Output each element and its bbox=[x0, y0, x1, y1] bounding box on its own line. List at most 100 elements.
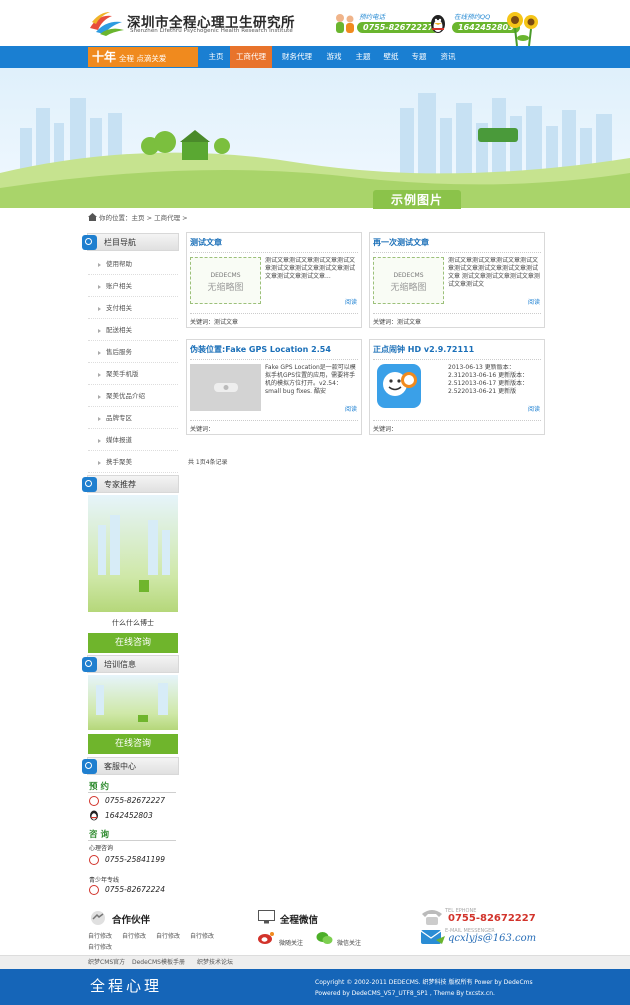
booking-label: 预 约 bbox=[89, 782, 109, 792]
nav-item-business[interactable]: 工商代理 bbox=[230, 46, 272, 68]
copyright-line-2: Powered by DedeCMS_V57_UTF8_SP1 , Theme … bbox=[315, 990, 495, 997]
nav-item-finance[interactable]: 财务代理 bbox=[276, 46, 318, 68]
consult-label: 咨 询 bbox=[89, 830, 109, 840]
bottom-link[interactable]: 织梦CMS官方 bbox=[88, 957, 125, 966]
article-thumbnail[interactable]: DEDECMS 无缩略图 bbox=[190, 257, 261, 304]
partner-link[interactable]: 自行修改 bbox=[190, 931, 214, 940]
article-thumbnail[interactable] bbox=[190, 364, 261, 411]
consult-button-2[interactable]: 在线咨询 bbox=[88, 734, 178, 754]
read-more-link[interactable]: 阅读 bbox=[345, 297, 357, 306]
article-thumbnail[interactable] bbox=[373, 364, 444, 411]
partner-link[interactable]: 自行修改 bbox=[122, 931, 146, 940]
training-image bbox=[96, 683, 168, 722]
weixin-label[interactable]: 微信关注 bbox=[337, 938, 361, 947]
phone-label: 预约电话 bbox=[359, 13, 385, 21]
breadcrumb-current[interactable]: 工商代理 bbox=[154, 214, 180, 222]
banner-landscape-image bbox=[0, 93, 630, 208]
breadcrumb-prefix: 你的位置： bbox=[99, 214, 132, 222]
thumb-text: 无缩略图 bbox=[390, 283, 427, 293]
footer-phone: 0755-82672227 bbox=[448, 913, 536, 924]
weibo-icon[interactable] bbox=[258, 931, 275, 945]
nav-item-special[interactable]: 专题 bbox=[405, 46, 433, 68]
article-keywords: 关键词：测试文章 bbox=[190, 319, 239, 326]
article-card: 测试文章 DEDECMS 无缩略图 测试文章测试文章测试文章测试文章测试文章测试文… bbox=[186, 232, 362, 328]
bottom-link[interactable]: DedeCMS模板手册 bbox=[132, 957, 185, 966]
article-thumbnail[interactable]: DEDECMS 无缩略图 bbox=[373, 257, 444, 304]
sidebar-item[interactable]: 账户相关 bbox=[88, 276, 178, 297]
consult-sub-1: 心理咨询 bbox=[89, 845, 114, 852]
phone-icon bbox=[89, 885, 99, 895]
partner-link[interactable]: 自行修改 bbox=[88, 931, 112, 940]
consult-button[interactable]: 在线咨询 bbox=[88, 633, 178, 653]
article-card: 正点闹钟 HD v2.9.72111 2013-06-13 更新版本：2.312… bbox=[369, 339, 545, 435]
wechat-icon[interactable] bbox=[316, 931, 333, 945]
sidebar-item[interactable]: 品牌专区 bbox=[88, 408, 178, 429]
footer-email[interactable]: qcxlyjs@163.com bbox=[448, 933, 536, 944]
weibo-label[interactable]: 微随关注 bbox=[279, 938, 303, 947]
nav-item-home[interactable]: 主页 bbox=[202, 46, 230, 68]
article-title[interactable]: 再一次测试文章 bbox=[373, 237, 429, 248]
sidebar-item[interactable]: 支付相关 bbox=[88, 298, 178, 319]
wechat-title: 全程微信 bbox=[280, 915, 319, 926]
tag-icon bbox=[82, 657, 97, 672]
read-more-link[interactable]: 阅读 bbox=[345, 404, 357, 413]
article-card: 再一次测试文章 DEDECMS 无缩略图 测试文章测试文章测试文章测试文章测试文章… bbox=[369, 232, 545, 328]
site-subtitle: Shenzhen Lifethru Psychogenic Health Res… bbox=[130, 28, 293, 34]
sunflower-icon bbox=[507, 12, 538, 46]
expert-title: 专家推荐 bbox=[104, 480, 136, 489]
sidebar-item[interactable]: 媒体报道 bbox=[88, 430, 178, 451]
nav-item-wallpaper[interactable]: 壁纸 bbox=[377, 46, 405, 68]
nav-item-games[interactable]: 游戏 bbox=[320, 46, 348, 68]
partner-link[interactable]: 自行修改 bbox=[88, 942, 112, 951]
logo-icon[interactable] bbox=[88, 10, 126, 36]
service-title: 客服中心 bbox=[104, 762, 136, 771]
sidebar-item[interactable]: 配送相关 bbox=[88, 320, 178, 341]
breadcrumb: 你的位置：主页 > 工商代理 > bbox=[88, 211, 188, 225]
article-title[interactable]: 测试文章 bbox=[190, 237, 222, 248]
training-photo[interactable] bbox=[88, 675, 178, 730]
nav-item-themes[interactable]: 主题 bbox=[349, 46, 377, 68]
partner-link[interactable]: 自行修改 bbox=[156, 931, 180, 940]
article-desc: Fake GPS Location是一款可以模拟手机GPS位置的应用，需要将手机… bbox=[265, 364, 356, 395]
article-title[interactable]: 正点闹钟 HD v2.9.72111 bbox=[373, 344, 474, 355]
booking-phone: 0755-82672227 bbox=[105, 796, 165, 805]
article-keywords: 关键词： bbox=[190, 426, 215, 433]
training-head: 培训信息 bbox=[82, 655, 179, 673]
tag-icon bbox=[82, 477, 97, 492]
read-more-link[interactable]: 阅读 bbox=[528, 297, 540, 306]
booking-qq: 1642452803 bbox=[105, 811, 153, 820]
tag-icon bbox=[82, 235, 97, 250]
nav-slogan: 十年 全程 点滴关爱 bbox=[88, 47, 198, 67]
banner-tag: 示例图片 bbox=[373, 190, 461, 210]
divider bbox=[88, 840, 176, 841]
bottom-link[interactable]: 织梦技术论坛 bbox=[197, 957, 233, 966]
read-more-link[interactable]: 阅读 bbox=[528, 404, 540, 413]
monitor-icon bbox=[258, 910, 275, 924]
thumb-text: 无缩略图 bbox=[207, 283, 244, 293]
phone-icon bbox=[89, 855, 99, 865]
sidebar-item[interactable]: 携手聚美 bbox=[88, 452, 178, 473]
breadcrumb-tail: > bbox=[180, 214, 188, 222]
article-desc: 测试文章测试文章测试文章测试文章测试文章测试文章测试文章测试文章测试文章测试文章… bbox=[265, 257, 356, 280]
thumb-text: DEDECMS bbox=[393, 272, 424, 279]
article-keywords: 关键词：测试文章 bbox=[373, 319, 422, 326]
qq-label: 在线预约QQ bbox=[454, 13, 491, 21]
article-desc: 2013-06-13 更新版本：2.312013-06-16 更新版本：2.51… bbox=[448, 364, 529, 395]
nav-item-news[interactable]: 资讯 bbox=[434, 46, 462, 68]
consult-phone-1: 0755-25841199 bbox=[105, 855, 165, 864]
article-desc: 测试文章测试文章测试文章测试文章测试文章测试文章测试文章测试文章 测试文章测试文… bbox=[448, 257, 540, 288]
breadcrumb-home[interactable]: 主页 bbox=[132, 214, 145, 222]
sidebar-item[interactable]: 聚美手机版 bbox=[88, 364, 178, 385]
consult-phone-2: 0755-82672224 bbox=[105, 885, 165, 894]
alarm-clock-app-icon bbox=[377, 364, 421, 408]
expert-photo[interactable] bbox=[88, 495, 178, 612]
partners-title: 合作伙伴 bbox=[112, 915, 151, 926]
sidebar-item[interactable]: 使用帮助 bbox=[88, 254, 178, 275]
sidebar-item[interactable]: 聚美优品介绍 bbox=[88, 386, 178, 407]
article-card: 伪装位置:Fake GPS Location 2.54 Fake GPS Loc… bbox=[186, 339, 362, 435]
article-title[interactable]: 伪装位置:Fake GPS Location 2.54 bbox=[190, 344, 331, 355]
training-title: 培训信息 bbox=[104, 660, 136, 669]
article-keywords: 关键词： bbox=[373, 426, 398, 433]
sidebar-item[interactable]: 售后服务 bbox=[88, 342, 178, 363]
slogan-big: 十年 bbox=[92, 50, 117, 64]
